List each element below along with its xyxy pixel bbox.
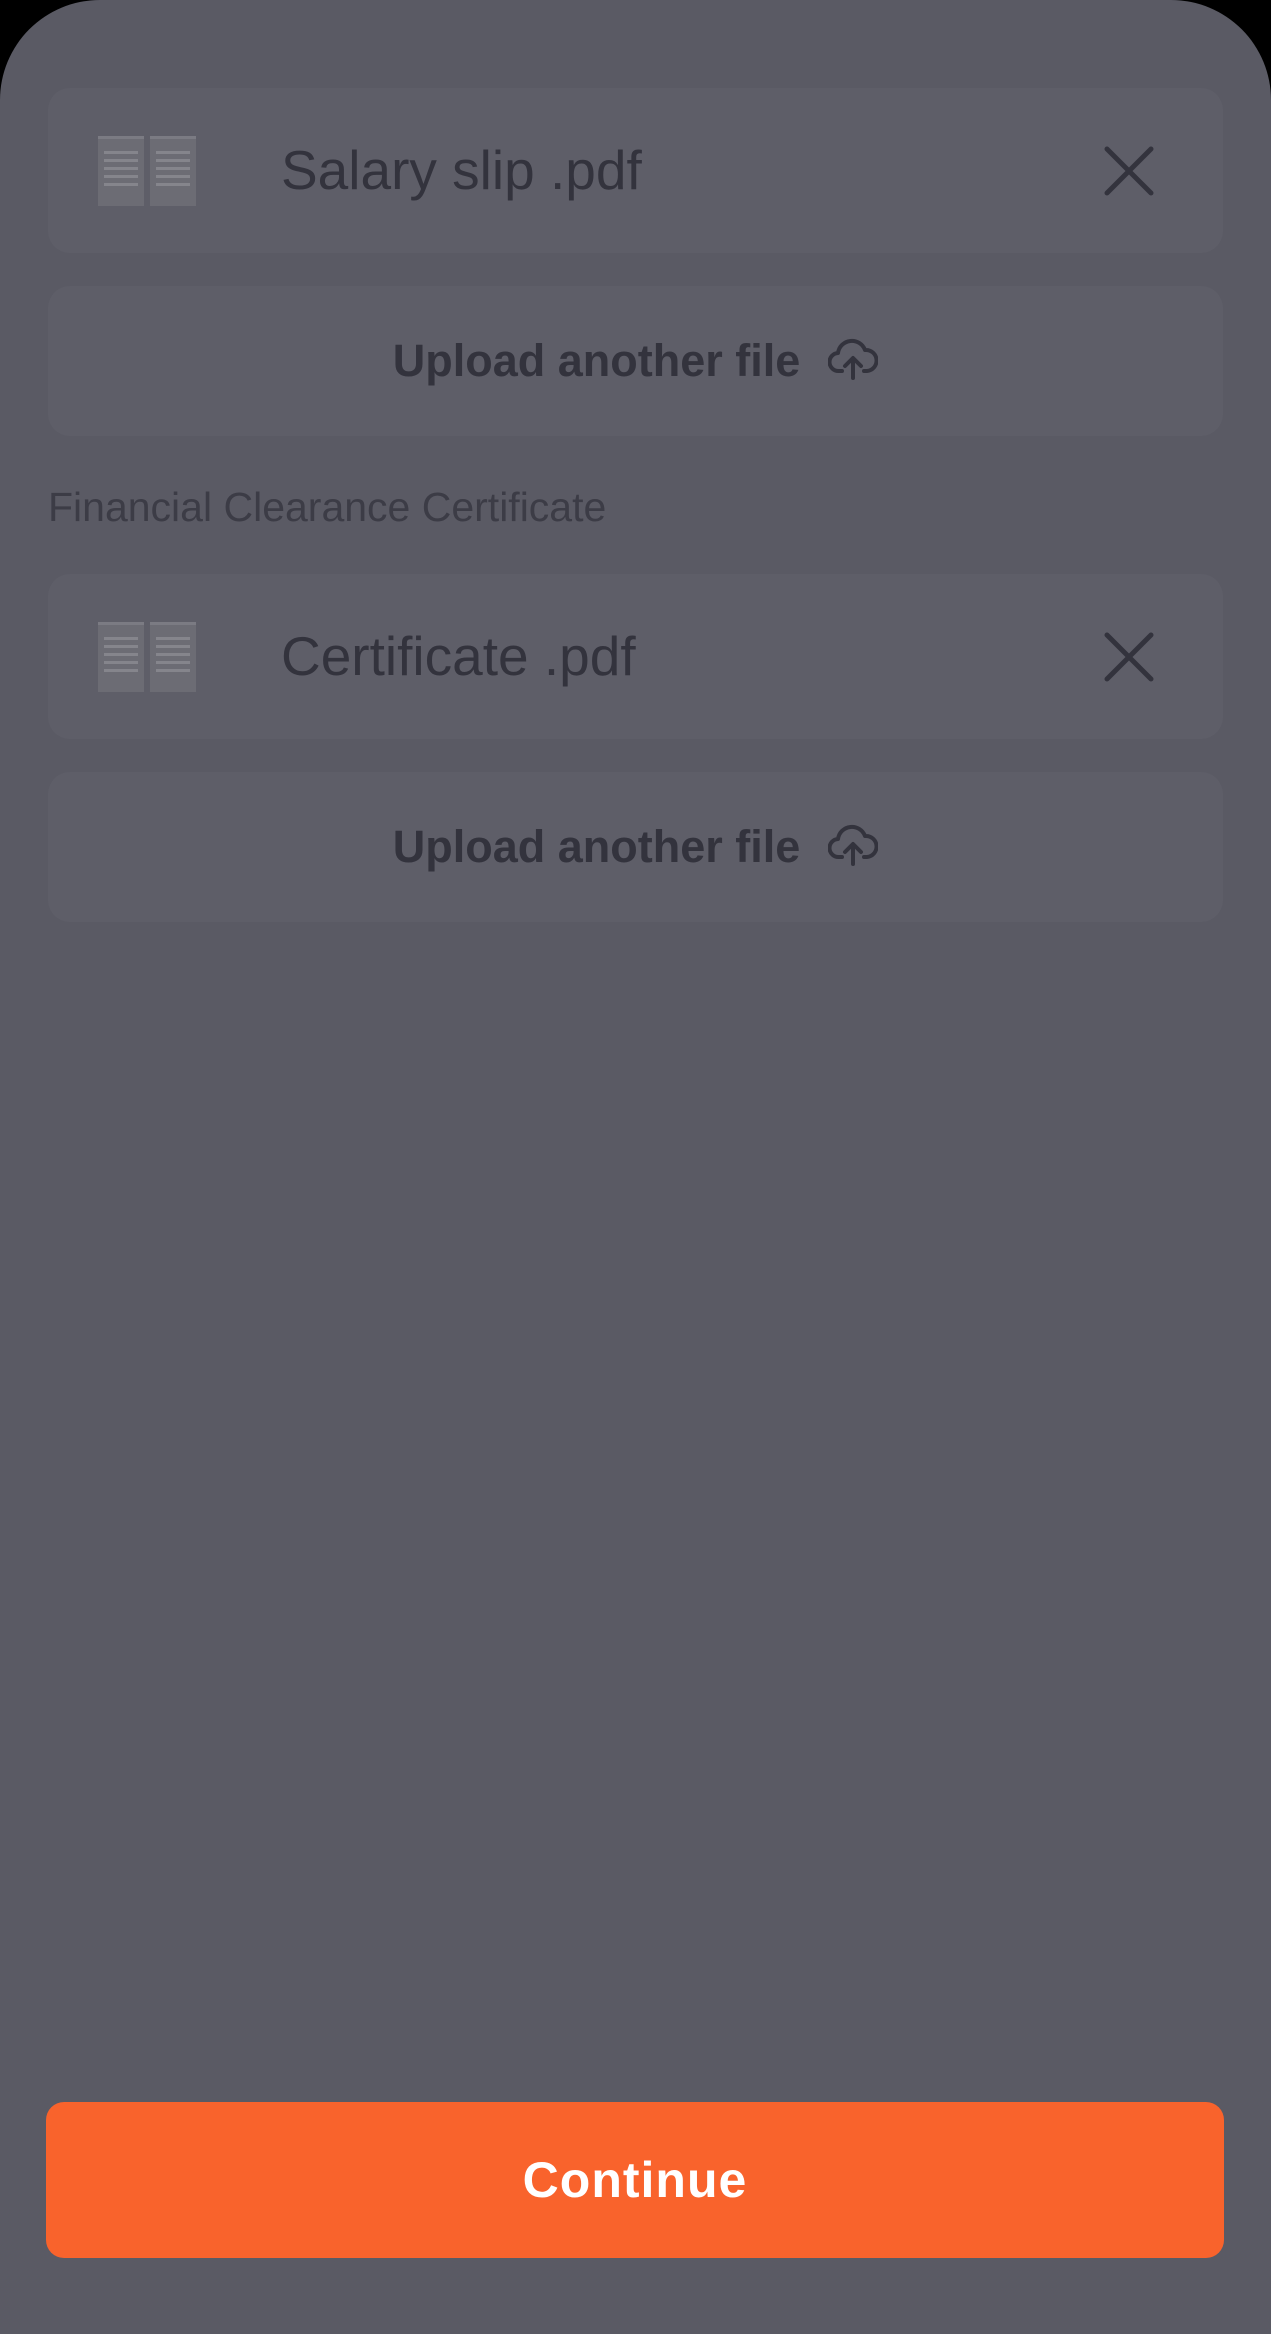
cloud-upload-icon (828, 824, 879, 866)
upload-documents-sheet: Salary slip .pdf Upload another file Fin… (0, 0, 1271, 2334)
close-icon[interactable] (1097, 625, 1161, 689)
upload-label: Upload another file (392, 821, 801, 872)
uploaded-file-card-salary-slip: Salary slip .pdf (48, 88, 1223, 253)
file-name: Salary slip .pdf (281, 139, 642, 201)
upload-label: Upload another file (392, 335, 801, 386)
cloud-upload-icon (828, 338, 879, 380)
upload-another-file-button[interactable]: Upload another file (48, 772, 1223, 922)
pdf-thumbnail-icon (98, 622, 196, 692)
close-icon[interactable] (1097, 139, 1161, 203)
uploaded-file-card-certificate: Certificate .pdf (48, 574, 1223, 739)
file-name: Certificate .pdf (281, 625, 636, 687)
upload-another-file-button[interactable]: Upload another file (48, 286, 1223, 436)
section-label-financial-clearance: Financial Clearance Certificate (48, 484, 607, 530)
continue-button[interactable]: Continue (46, 2102, 1224, 2258)
pdf-thumbnail-icon (98, 136, 196, 206)
